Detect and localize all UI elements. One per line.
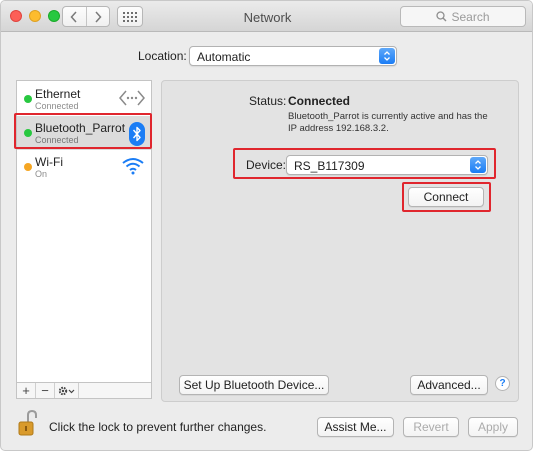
action-menu-button[interactable] <box>55 383 79 398</box>
popup-arrows-icon <box>379 48 395 64</box>
setup-bluetooth-device-button[interactable]: Set Up Bluetooth Device... <box>179 375 329 395</box>
highlight-box-connect <box>402 182 491 212</box>
status-dot <box>24 95 32 103</box>
status-description: Bluetooth_Parrot is currently active and… <box>288 111 488 134</box>
status-label: Status: <box>249 94 287 108</box>
service-list-toolbar: + − <box>16 383 152 399</box>
service-item-wifi[interactable]: Wi-Fi On <box>17 150 151 184</box>
add-service-button[interactable]: + <box>17 383 36 398</box>
location-popup[interactable]: Automatic <box>189 46 397 66</box>
search-placeholder: Search <box>451 9 490 24</box>
highlight-box-device <box>233 148 496 179</box>
assist-me-button[interactable]: Assist Me... <box>317 417 394 437</box>
revert-button[interactable]: Revert <box>403 417 459 437</box>
status-value: Connected <box>288 94 351 108</box>
gear-icon <box>58 386 74 395</box>
network-preferences-window: Network Search Location: Automatic Ether… <box>0 0 533 451</box>
location-label: Location: <box>138 49 187 63</box>
wifi-icon <box>121 156 145 179</box>
service-item-ethernet[interactable]: Ethernet Connected <box>17 82 151 116</box>
service-status: Connected <box>35 101 79 111</box>
location-value: Automatic <box>197 50 251 64</box>
advanced-button[interactable]: Advanced... <box>410 375 488 395</box>
service-status: On <box>35 169 48 179</box>
ethernet-arrows-icon <box>119 88 145 111</box>
service-name: Wi-Fi <box>35 155 63 169</box>
title-bar: Network Search <box>1 1 532 32</box>
search-field[interactable]: Search <box>400 6 526 27</box>
lock-icon[interactable] <box>18 409 38 439</box>
highlight-box-service <box>14 113 152 149</box>
help-button[interactable]: ? <box>495 376 510 391</box>
search-icon <box>436 11 447 22</box>
lock-message: Click the lock to prevent further change… <box>49 420 267 434</box>
apply-button[interactable]: Apply <box>468 417 518 437</box>
status-dot <box>24 163 32 171</box>
remove-service-button[interactable]: − <box>36 383 55 398</box>
service-name: Ethernet <box>35 87 81 101</box>
